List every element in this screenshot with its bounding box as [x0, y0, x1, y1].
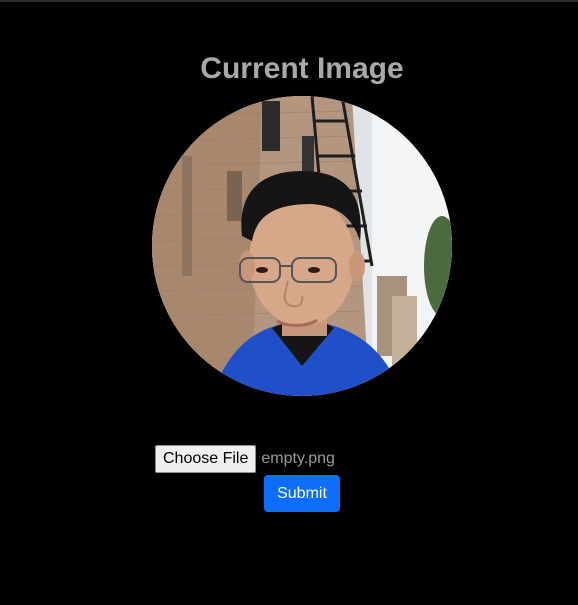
- page-title: Current Image: [200, 52, 404, 85]
- top-divider: [0, 0, 578, 2]
- choose-file-button[interactable]: Choose File: [155, 445, 257, 473]
- submit-button[interactable]: Submit: [264, 475, 340, 512]
- profile-image: [152, 96, 452, 396]
- selected-file-name: empty.png: [261, 450, 335, 467]
- file-input[interactable]: Choose File empty.png: [155, 445, 335, 473]
